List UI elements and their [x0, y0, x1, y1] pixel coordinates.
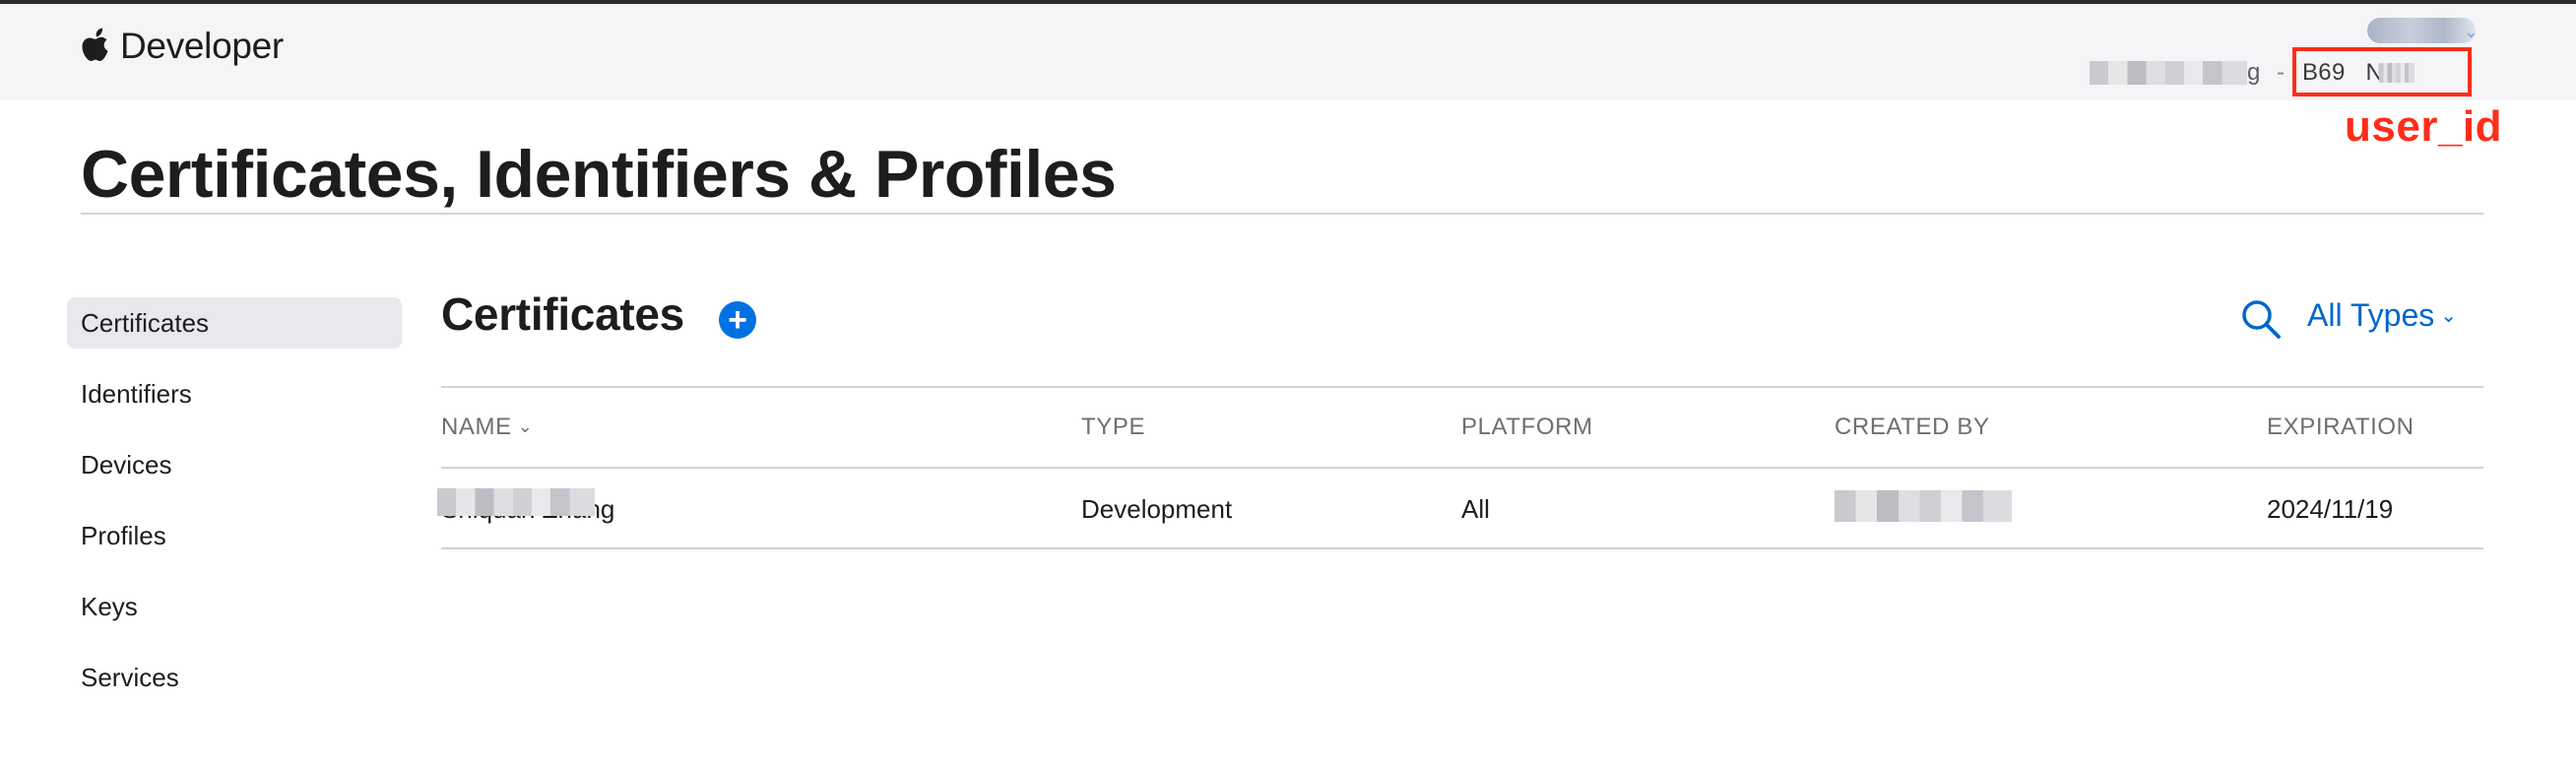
sidebar-item-identifiers[interactable]: Identifiers: [67, 368, 402, 419]
cell-platform: All: [1461, 494, 1490, 524]
sidebar-item-services[interactable]: Services: [67, 652, 402, 703]
column-header-platform[interactable]: PLATFORM: [1461, 414, 1593, 441]
apple-logo-icon: [81, 28, 112, 65]
column-header-expiration[interactable]: EXPIRATION: [2267, 414, 2415, 441]
search-icon[interactable]: [2239, 297, 2283, 346]
account-menu-button[interactable]: [2367, 18, 2476, 43]
sidebar-item-devices[interactable]: Devices: [67, 439, 402, 490]
section-title: Certificates: [441, 288, 684, 340]
cell-created-by-redacted: [1835, 490, 2012, 522]
team-name-redacted: [2090, 61, 2247, 85]
cell-expiration: 2024/11/19: [2267, 494, 2394, 524]
table-top-divider: [441, 386, 2483, 388]
column-header-name[interactable]: NAME ⌄: [441, 414, 533, 441]
column-header-created-by[interactable]: CREATED BY: [1835, 414, 1990, 441]
brand-text: Developer: [120, 26, 284, 66]
developer-home-link[interactable]: Developer: [81, 26, 284, 67]
type-filter-label: All Types: [2307, 297, 2435, 333]
name-redacted-overlay: [437, 488, 595, 516]
column-header-type[interactable]: TYPE: [1081, 414, 1145, 441]
sidebar-item-certificates[interactable]: Certificates: [67, 297, 402, 349]
type-filter-chevron-icon: ⌄: [2440, 305, 2458, 327]
team-separator: -: [2277, 59, 2285, 86]
cell-type: Development: [1081, 494, 1233, 524]
account-chevron-down-icon[interactable]: ⌄: [2464, 22, 2479, 42]
row-divider: [441, 547, 2483, 549]
column-header-name-label: NAME: [441, 414, 512, 440]
user-id-annotation-label: user_id: [2345, 102, 2503, 151]
sort-chevron-icon: ⌄: [517, 416, 534, 436]
sidebar-item-profiles[interactable]: Profiles: [67, 510, 402, 561]
team-name-tail: g: [2247, 59, 2261, 86]
user-id-highlight-box: [2292, 47, 2472, 96]
page-title: Certificates, Identifiers & Profiles: [81, 137, 1117, 212]
sidebar-item-keys[interactable]: Keys: [67, 581, 402, 632]
global-nav: Developer ⌄ g - B69 N26: [0, 4, 2576, 100]
type-filter-dropdown[interactable]: All Types ⌄: [2307, 297, 2457, 334]
header-divider: [441, 467, 2483, 469]
title-divider: [81, 213, 2483, 215]
add-certificate-button[interactable]: +: [719, 301, 756, 339]
